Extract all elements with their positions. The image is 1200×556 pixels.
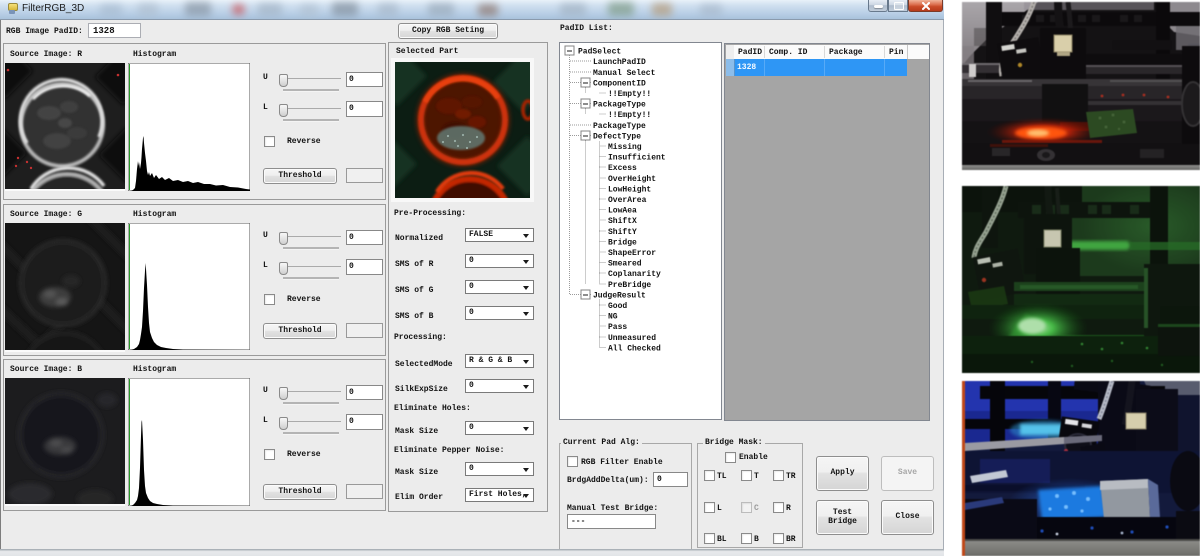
svg-text:Coplanarity: Coplanarity	[608, 270, 661, 279]
svg-text:Excess: Excess	[608, 164, 637, 173]
svg-text:Manual Select: Manual Select	[593, 69, 656, 78]
svg-text:Insufficient: Insufficient	[608, 154, 666, 163]
svg-text:!!Empty!!: !!Empty!!	[608, 90, 651, 99]
svg-text:LaunchPadID: LaunchPadID	[593, 58, 646, 67]
svg-text:PackageType: PackageType	[593, 122, 646, 131]
svg-text:OverArea: OverArea	[608, 196, 647, 205]
svg-text:Smeared: Smeared	[608, 260, 642, 269]
svg-text:Good: Good	[608, 302, 627, 311]
svg-text:ShiftY: ShiftY	[608, 228, 637, 237]
svg-text:All Checked: All Checked	[608, 344, 661, 353]
svg-text:PreBridge: PreBridge	[608, 281, 651, 290]
svg-text:Unmeasured: Unmeasured	[608, 334, 656, 343]
svg-text:ComponentID: ComponentID	[593, 79, 646, 88]
svg-text:NG: NG	[608, 313, 618, 322]
svg-text:Pass: Pass	[608, 323, 627, 332]
svg-text:ShapeError: ShapeError	[608, 249, 656, 258]
svg-text:LowHeight: LowHeight	[608, 185, 651, 194]
svg-text:!!Empty!!: !!Empty!!	[608, 111, 651, 120]
svg-text:Missing: Missing	[608, 143, 642, 152]
svg-text:LowAea: LowAea	[608, 207, 637, 216]
svg-text:DefectType: DefectType	[593, 132, 641, 141]
svg-text:JudgeResult: JudgeResult	[593, 291, 646, 300]
svg-text:OverHeight: OverHeight	[608, 175, 656, 184]
svg-text:PackageType: PackageType	[593, 101, 646, 110]
svg-text:PadSelect: PadSelect	[578, 48, 621, 57]
svg-text:ShiftX: ShiftX	[608, 217, 637, 226]
svg-text:Bridge: Bridge	[608, 238, 637, 247]
